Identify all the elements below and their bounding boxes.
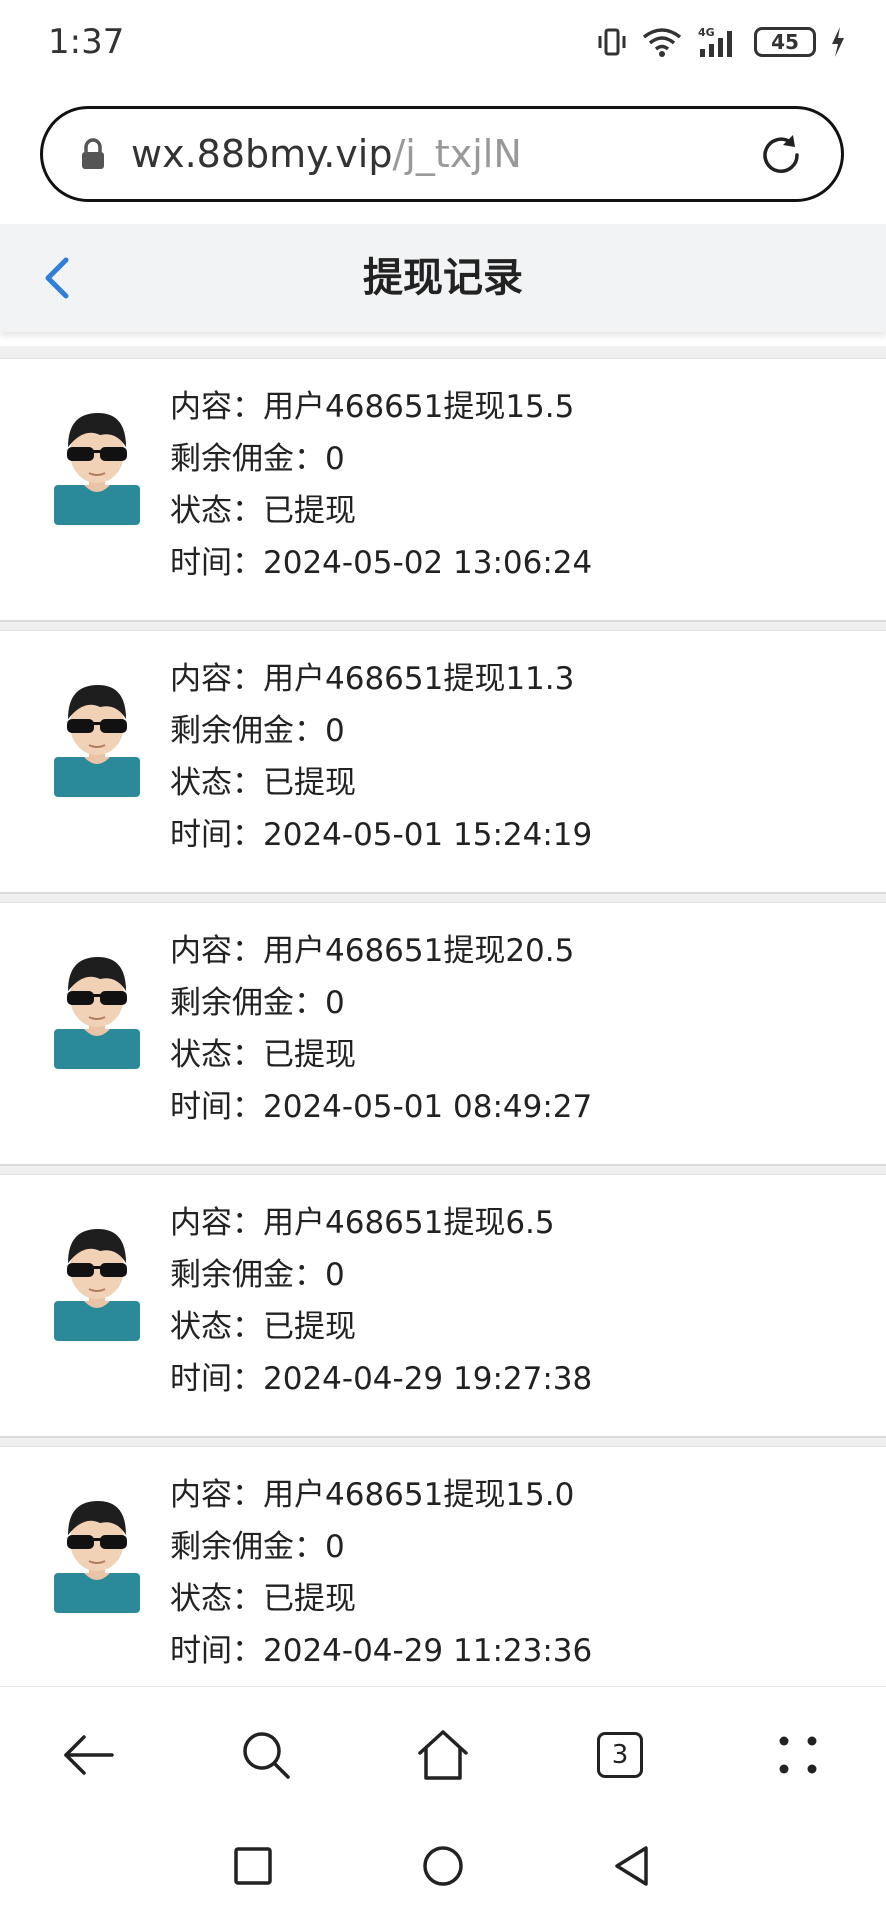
withdrawal-record-list[interactable]: 内容：用户468651提现15.5 剩余佣金：0 状态：已提现 时间：2024-… — [0, 346, 886, 1686]
page-title: 提现记录 — [363, 255, 523, 301]
tab-count: 3 — [597, 1732, 643, 1778]
record-status: 状态：已提现 — [170, 493, 356, 529]
url-text: wx.88bmy.vip/j_txjlN — [131, 132, 522, 176]
url-path: /j_txjlN — [392, 132, 522, 176]
record-time: 时间：2024-05-02 13:06:24 — [170, 545, 593, 581]
svg-text:4G: 4G — [698, 26, 715, 39]
search-icon[interactable] — [226, 1715, 306, 1795]
more-menu-icon[interactable] — [758, 1715, 838, 1795]
status-icons: 4G 45 — [596, 22, 846, 62]
address-bar[interactable]: wx.88bmy.vip/j_txjlN — [40, 106, 844, 202]
record-status: 状态：已提现 — [170, 1581, 356, 1617]
record-item: 内容：用户468651提现15.0 剩余佣金：0 状态：已提现 时间：2024-… — [0, 1446, 886, 1686]
record-item: 内容：用户468651提现15.5 剩余佣金：0 状态：已提现 时间：2024-… — [0, 358, 886, 622]
record-details: 内容：用户468651提现15.5 剩余佣金：0 状态：已提现 时间：2024-… — [170, 381, 592, 589]
wifi-icon — [642, 26, 682, 58]
avatar — [54, 1495, 140, 1613]
record-content: 内容：用户468651提现15.5 — [170, 389, 575, 425]
record-content: 内容：用户468651提现15.0 — [170, 1477, 575, 1513]
record-item: 内容：用户468651提现20.5 剩余佣金：0 状态：已提现 时间：2024-… — [0, 902, 886, 1166]
record-remaining: 剩余佣金：0 — [170, 713, 345, 749]
vibrate-icon — [596, 26, 628, 58]
record-item: 内容：用户468651提现6.5 剩余佣金：0 状态：已提现 时间：2024-0… — [0, 1174, 886, 1438]
status-time: 1:37 — [48, 22, 125, 62]
record-time: 时间：2024-04-29 11:23:36 — [170, 1633, 593, 1669]
record-content: 内容：用户468651提现20.5 — [170, 933, 575, 969]
record-details: 内容：用户468651提现11.3 剩余佣金：0 状态：已提现 时间：2024-… — [170, 653, 592, 861]
home-circle-icon[interactable] — [413, 1836, 473, 1896]
record-status: 状态：已提现 — [170, 1037, 356, 1073]
recents-square-icon[interactable] — [223, 1836, 283, 1896]
system-navigation-bar — [0, 1826, 886, 1920]
record-remaining: 剩余佣金：0 — [170, 1257, 345, 1293]
record-content: 内容：用户468651提现6.5 — [170, 1205, 555, 1241]
record-details: 内容：用户468651提现15.0 剩余佣金：0 状态：已提现 时间：2024-… — [170, 1469, 592, 1677]
record-time: 时间：2024-05-01 08:49:27 — [170, 1089, 593, 1125]
record-time: 时间：2024-05-01 15:24:19 — [170, 817, 593, 853]
record-time: 时间：2024-04-29 19:27:38 — [170, 1361, 593, 1397]
url-host: wx.88bmy.vip — [131, 132, 393, 176]
browser-toolbar: 3 — [0, 1686, 886, 1827]
record-content: 内容：用户468651提现11.3 — [170, 661, 575, 697]
refresh-icon[interactable] — [757, 131, 805, 179]
back-arrow-icon[interactable] — [48, 1715, 128, 1795]
avatar — [54, 679, 140, 797]
back-icon[interactable] — [38, 254, 78, 302]
home-icon[interactable] — [403, 1715, 483, 1795]
battery-indicator: 45 — [754, 27, 816, 57]
avatar — [54, 951, 140, 1069]
record-remaining: 剩余佣金：0 — [170, 441, 345, 477]
record-status: 状态：已提现 — [170, 1309, 356, 1345]
page-header: 提现记录 — [0, 224, 886, 332]
charging-icon — [830, 27, 846, 57]
lock-icon — [79, 137, 107, 171]
status-bar: 1:37 4G 45 — [0, 0, 886, 88]
avatar — [54, 407, 140, 525]
record-details: 内容：用户468651提现20.5 剩余佣金：0 状态：已提现 时间：2024-… — [170, 925, 592, 1133]
record-details: 内容：用户468651提现6.5 剩余佣金：0 状态：已提现 时间：2024-0… — [170, 1197, 592, 1405]
record-remaining: 剩余佣金：0 — [170, 1529, 345, 1565]
back-triangle-icon[interactable] — [602, 1836, 662, 1896]
signal-icon: 4G — [696, 25, 740, 59]
record-status: 状态：已提现 — [170, 765, 356, 801]
record-item: 内容：用户468651提现11.3 剩余佣金：0 状态：已提现 时间：2024-… — [0, 630, 886, 894]
avatar — [54, 1223, 140, 1341]
record-remaining: 剩余佣金：0 — [170, 985, 345, 1021]
tabs-button[interactable]: 3 — [580, 1715, 660, 1795]
